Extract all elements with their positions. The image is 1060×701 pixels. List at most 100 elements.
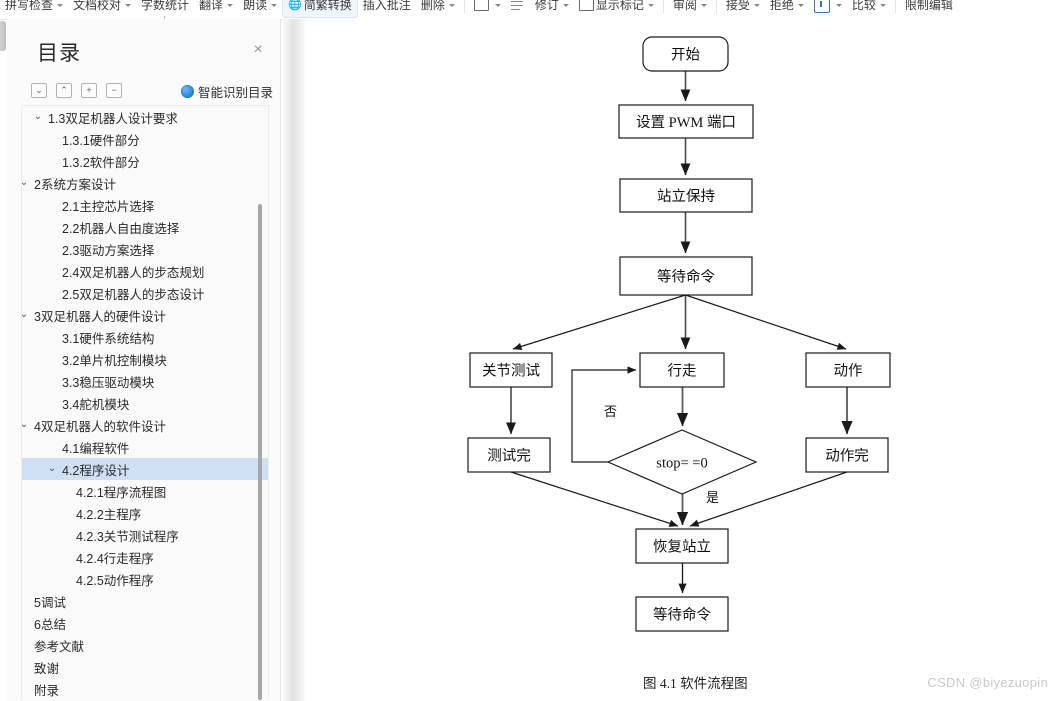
chevron-down-icon[interactable] (271, 3, 278, 7)
toc-item-label: 4.2.1程序流程图 (76, 485, 167, 500)
expand-next-button-glyph: ⌄ (35, 85, 43, 95)
chevron-down-icon[interactable] (562, 3, 569, 7)
toc-item-label: 3.1硬件系统结构 (62, 331, 155, 346)
expand-all-button[interactable]: + (81, 83, 97, 98)
ribbon-item-1[interactable]: 文档校对 (68, 0, 136, 18)
collapse-all-button[interactable]: − (106, 83, 122, 98)
chevron-down-icon[interactable] (700, 3, 707, 7)
ribbon-item-6[interactable]: 插入批注 (358, 0, 416, 18)
flowchart-connectors (506, 71, 853, 594)
flowchart-node-label-jointtest: 关节测试 (482, 363, 540, 380)
ribbon-item-17[interactable]: 限制编辑 (900, 0, 958, 18)
smart-recognize-toc-button[interactable]: 智能识别目录 (180, 82, 273, 101)
chevron-down-icon[interactable]: ⌄ (22, 177, 30, 189)
toc-item[interactable]: 4.2.4行走程序 (22, 546, 268, 568)
ribbon-item-13[interactable]: 接受 (721, 0, 765, 18)
review-ribbon-toolbar: 拼写检查 文档校对 字数统计 翻译 朗读 🌐 简繁转换 插入批注 删除 修订 显示标记 审阅 接受 拒绝比… (0, 0, 1060, 20)
ribbon-item-16[interactable]: 比较 (847, 0, 891, 18)
toc-item[interactable]: ⌄ 2系统方案设计 (22, 172, 268, 194)
close-icon[interactable]: × (249, 41, 267, 59)
toc-item[interactable]: 2.2机器人自由度选择 (22, 216, 268, 238)
toc-item-label: 5调试 (34, 595, 66, 610)
chevron-down-icon[interactable] (494, 3, 501, 7)
toc-item[interactable]: 3.4舵机模块 (22, 392, 268, 414)
ribbon-item-4[interactable]: 朗读 (238, 0, 282, 18)
toc-item[interactable]: 2.4双足机器人的步态规划 (22, 260, 268, 282)
chevron-down-icon[interactable] (879, 3, 886, 7)
chevron-down-icon[interactable]: ⌄ (22, 309, 30, 321)
toc-item[interactable]: 4.2.5动作程序 (22, 568, 268, 590)
ribbon-item-0[interactable]: 拼写检查 (0, 0, 68, 18)
chevron-down-icon[interactable] (835, 3, 842, 7)
ribbon-item-7[interactable]: 删除 (416, 0, 460, 18)
ribbon-item-3[interactable]: 翻译 (194, 0, 238, 18)
flowchart-node-label-actdone: 动作完 (825, 448, 869, 465)
chevron-down-icon[interactable] (647, 3, 654, 7)
ribbon-item-label: 翻译 (199, 0, 224, 12)
flowchart-node-label-walk: 行走 (668, 363, 697, 380)
smart-recognize-toc-label: 智能识别目录 (197, 86, 273, 100)
toc-item[interactable]: 1.3.1硬件部分 (22, 128, 268, 150)
panel-divider (282, 19, 306, 701)
toc-item[interactable]: ⌄ 4.2程序设计 (22, 458, 268, 480)
toc-item[interactable]: 2.5双足机器人的步态设计 (22, 282, 268, 304)
list-lines-icon (510, 0, 523, 10)
wps-document-window: 拼写检查 文档校对 字数统计 翻译 朗读 🌐 简繁转换 插入批注 删除 修订 显示标记 审阅 接受 拒绝比… (0, 0, 1060, 701)
chevron-down-icon[interactable] (753, 3, 760, 7)
toc-item-label: 2系统方案设计 (34, 177, 116, 192)
toc-item[interactable]: 5调试 (22, 590, 268, 612)
comment-box-icon (578, 0, 594, 11)
chevron-down-icon[interactable]: ⌄ (46, 463, 58, 475)
toc-item-label: 3.4舵机模块 (62, 397, 130, 412)
toc-item[interactable]: 参考文献 (22, 634, 268, 656)
toc-item-label: 参考文献 (34, 639, 85, 654)
toc-item[interactable]: 3.2单片机控制模块 (22, 348, 268, 370)
ribbon-item-15[interactable] (809, 0, 847, 18)
expand-next-button[interactable]: ⌄ (31, 83, 47, 98)
chevron-down-icon[interactable]: ⌄ (32, 111, 44, 123)
toc-item[interactable]: 附录 (22, 678, 268, 699)
toc-item[interactable]: ⌄ 4双足机器人的软件设计 (22, 414, 268, 436)
comment-box-icon (473, 0, 489, 11)
toc-item[interactable]: 3.3稳压驱动模块 (22, 370, 268, 392)
toc-item[interactable]: 致谢 (22, 656, 268, 678)
toc-item-label: 6总结 (34, 617, 66, 632)
toc-item[interactable]: 4.2.1程序流程图 (22, 480, 268, 502)
watermark-text: CSDN @biyezuopin (927, 675, 1048, 690)
toc-item[interactable]: 6总结 (22, 612, 268, 634)
toc-item[interactable]: ⌄ 3双足机器人的硬件设计 (22, 304, 268, 326)
toc-item[interactable]: 4.2.3关节测试程序 (22, 524, 268, 546)
toc-item[interactable]: 1.3.2软件部分 (22, 150, 268, 172)
toc-item[interactable]: ⌄ 1.3双足机器人设计要求 (22, 106, 268, 128)
chevron-down-icon[interactable] (125, 3, 132, 7)
ribbon-item-11[interactable]: 显示标记 (574, 0, 659, 18)
toc-item[interactable]: 2.1主控芯片选择 (22, 194, 268, 216)
chevron-down-icon[interactable]: ⌄ (22, 419, 30, 431)
panel-resize-handle[interactable] (0, 21, 6, 51)
toc-tree[interactable]: ⌄ 1.3双足机器人设计要求 1.3.1硬件部分 1.3.2软件部分 ⌄ 2系统方案设计 2… (21, 105, 269, 699)
flowchart-node-label-stand: 站立保持 (657, 188, 715, 205)
chevron-down-icon[interactable] (227, 3, 234, 7)
ribbon-item-8[interactable] (469, 0, 506, 18)
flowchart-node-label-start: 开始 (671, 47, 700, 64)
collapse-prev-button[interactable]: ⌃ (56, 83, 72, 98)
toc-item-label: 2.5双足机器人的步态设计 (62, 287, 205, 302)
toc-item-label: 4.2.5动作程序 (76, 573, 154, 588)
toc-item[interactable]: 3.1硬件系统结构 (22, 326, 268, 348)
chevron-down-icon[interactable] (797, 3, 804, 7)
toc-item[interactable]: 2.3驱动方案选择 (22, 238, 268, 260)
toc-item-label: 3.3稳压驱动模块 (62, 375, 155, 390)
ribbon-item-9[interactable] (506, 0, 530, 18)
toc-item[interactable]: 4.2.2主程序 (22, 502, 268, 524)
ribbon-item-5[interactable]: 🌐 简繁转换 (282, 0, 358, 18)
ribbon-item-12[interactable]: 审阅 (668, 0, 712, 18)
toc-scrollbar-thumb[interactable] (258, 204, 262, 700)
flowchart-node-label-wait2: 等待命令 (653, 606, 711, 624)
chevron-down-icon[interactable] (57, 3, 64, 7)
toc-item[interactable]: 4.1编程软件 (22, 436, 268, 458)
ribbon-item-10[interactable]: 修订 (530, 0, 574, 18)
ribbon-item-14[interactable]: 拒绝 (765, 0, 809, 18)
chevron-down-icon[interactable] (448, 3, 455, 7)
ribbon-item-label: 修订 (534, 0, 559, 12)
flowchart-node-label-pwm: 设置 PWM 端口 (636, 114, 736, 131)
